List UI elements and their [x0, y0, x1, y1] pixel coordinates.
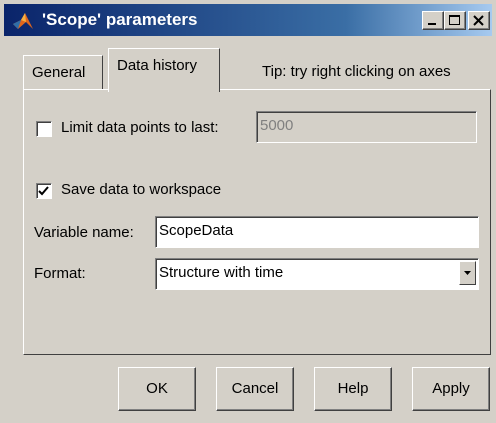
close-button[interactable] — [468, 11, 490, 30]
cancel-button[interactable]: Cancel — [216, 367, 294, 411]
limit-data-input[interactable]: 5000 — [256, 111, 477, 143]
limit-data-checkbox[interactable] — [36, 121, 52, 137]
apply-button[interactable]: Apply — [412, 367, 490, 411]
dropdown-arrow-button[interactable] — [459, 261, 476, 285]
minimize-button[interactable] — [422, 11, 444, 30]
tab-general[interactable]: General — [23, 55, 103, 89]
variable-name-input[interactable]: ScopeData — [155, 216, 479, 248]
tab-data-history[interactable]: Data history — [108, 48, 220, 92]
tab-general-label: General — [32, 64, 86, 81]
format-label: Format: — [34, 265, 86, 282]
save-to-workspace-checkbox[interactable] — [36, 183, 52, 199]
tab-data-history-label: Data history — [117, 57, 198, 74]
chevron-down-icon — [464, 271, 471, 275]
help-button[interactable]: Help — [314, 367, 392, 411]
tip-text: Tip: try right clicking on axes — [262, 63, 451, 80]
format-select-value: Structure with time — [159, 264, 284, 281]
checkmark-icon — [38, 186, 49, 196]
matlab-logo-icon — [13, 13, 33, 29]
variable-name-label: Variable name: — [34, 224, 134, 241]
scope-parameters-dialog: 'Scope' parameters General Data history … — [0, 0, 496, 423]
close-icon — [473, 15, 484, 26]
title-bar[interactable]: 'Scope' parameters — [4, 4, 492, 36]
limit-data-label: Limit data points to last: — [61, 119, 219, 136]
minimize-icon — [428, 23, 436, 25]
window-title: 'Scope' parameters — [42, 10, 198, 29]
save-to-workspace-label: Save data to workspace — [61, 181, 222, 198]
maximize-button[interactable] — [444, 11, 466, 30]
maximize-icon — [449, 15, 460, 25]
ok-button[interactable]: OK — [118, 367, 196, 411]
format-select[interactable]: Structure with time — [155, 258, 479, 290]
